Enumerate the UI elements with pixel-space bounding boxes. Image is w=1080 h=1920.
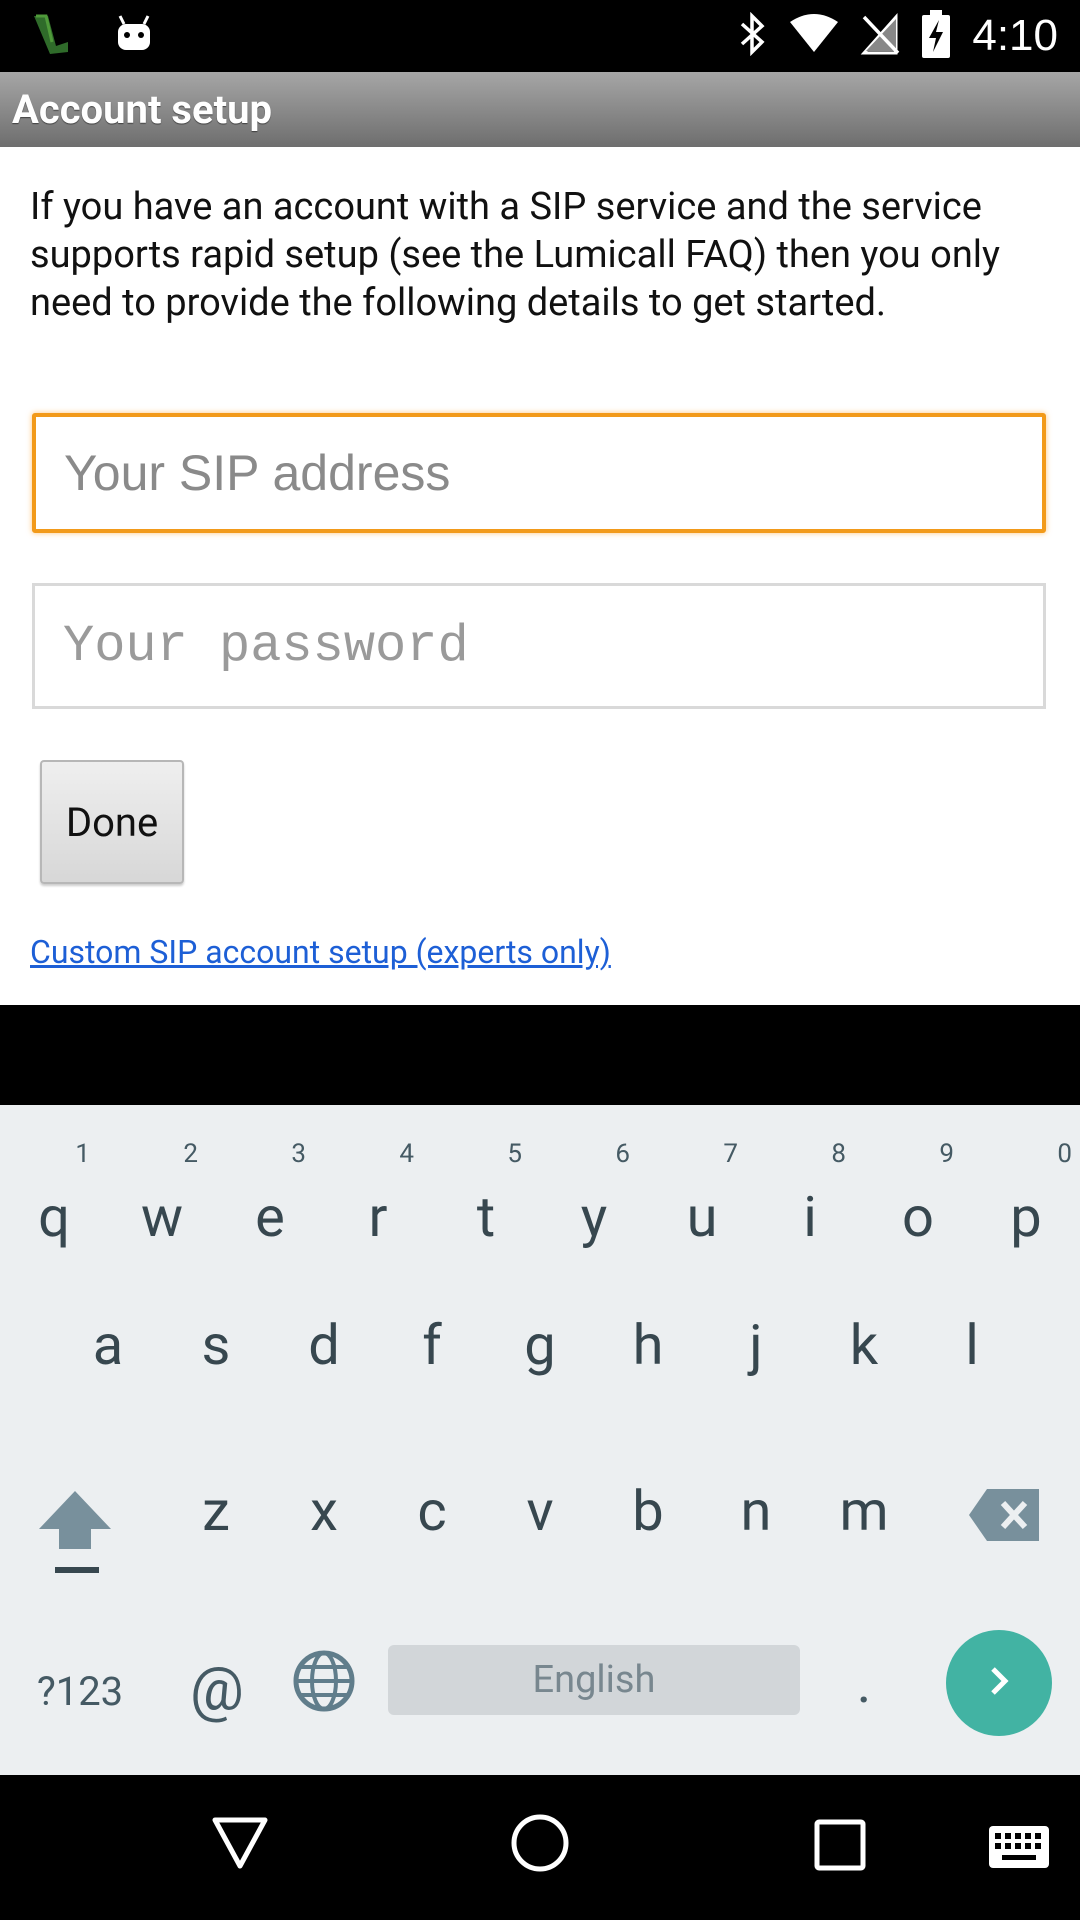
- soft-keyboard: 1q 2w 3e 4r 5t 6y 7u 8i 9o 0p a s d f g …: [0, 1105, 1080, 1775]
- key-r[interactable]: 4r: [338, 1139, 418, 1259]
- key-y[interactable]: 6y: [554, 1139, 634, 1259]
- chevron-right-icon: [979, 1661, 1019, 1705]
- done-button[interactable]: Done: [40, 760, 184, 884]
- recents-icon[interactable]: [814, 1819, 866, 1875]
- key-o[interactable]: 9o: [878, 1139, 958, 1259]
- key-u[interactable]: 7u: [662, 1139, 742, 1259]
- keyboard-icon[interactable]: [988, 1825, 1050, 1873]
- key-v[interactable]: v: [500, 1483, 580, 1563]
- wifi-icon: [790, 14, 839, 58]
- intro-text: If you have an account with a SIP servic…: [30, 185, 1001, 325]
- key-q[interactable]: 1q: [14, 1139, 94, 1259]
- key-i[interactable]: 8i: [770, 1139, 850, 1259]
- globe-icon: [292, 1650, 356, 1717]
- backspace-icon: [967, 1489, 1043, 1549]
- key-l[interactable]: l: [932, 1317, 1012, 1397]
- language-key[interactable]: [286, 1649, 362, 1729]
- page-title: Account setup: [12, 86, 273, 133]
- shift-icon: [35, 1491, 115, 1585]
- key-k[interactable]: k: [824, 1317, 904, 1397]
- backspace-key[interactable]: [960, 1485, 1050, 1565]
- key-d[interactable]: d: [284, 1317, 364, 1397]
- action-bar: Account setup: [0, 72, 1080, 147]
- sip-address-input[interactable]: [36, 417, 1042, 529]
- battery-charging-icon: [922, 10, 951, 62]
- key-a[interactable]: a: [68, 1317, 148, 1397]
- key-w[interactable]: 2w: [122, 1139, 202, 1259]
- enter-key[interactable]: [946, 1630, 1052, 1736]
- spacer: [0, 1005, 1080, 1105]
- back-icon[interactable]: [210, 1815, 270, 1875]
- space-key[interactable]: English: [388, 1645, 800, 1715]
- account-setup-form: If you have an account with a SIP servic…: [0, 147, 1080, 1005]
- key-t[interactable]: 5t: [446, 1139, 526, 1259]
- symbols-key[interactable]: ?123: [20, 1657, 140, 1727]
- key-b[interactable]: b: [608, 1483, 688, 1563]
- key-e[interactable]: 3e: [230, 1139, 310, 1259]
- shift-key[interactable]: [30, 1485, 120, 1595]
- password-input[interactable]: [35, 586, 1043, 706]
- key-g[interactable]: g: [500, 1317, 580, 1397]
- custom-sip-setup-link[interactable]: Custom SIP account setup (experts only): [30, 933, 611, 971]
- period-key[interactable]: .: [834, 1650, 894, 1730]
- sip-address-field[interactable]: [32, 413, 1046, 533]
- key-x[interactable]: x: [284, 1483, 364, 1563]
- status-bar: 4:10: [0, 0, 1080, 72]
- lumicall-notification-icon: [28, 12, 72, 60]
- key-s[interactable]: s: [176, 1317, 256, 1397]
- no-sim-icon: [860, 13, 900, 59]
- key-c[interactable]: c: [392, 1483, 472, 1563]
- home-icon[interactable]: [510, 1813, 570, 1877]
- status-time: 4:10: [972, 11, 1058, 60]
- key-f[interactable]: f: [392, 1317, 472, 1397]
- key-h[interactable]: h: [608, 1317, 688, 1397]
- key-p[interactable]: 0p: [986, 1139, 1072, 1259]
- android-icon: [114, 14, 154, 58]
- password-field[interactable]: [32, 583, 1046, 709]
- key-m[interactable]: m: [824, 1483, 904, 1563]
- key-z[interactable]: z: [176, 1483, 256, 1563]
- navigation-bar: [0, 1775, 1080, 1920]
- key-j[interactable]: j: [716, 1317, 796, 1397]
- bluetooth-icon: [738, 11, 768, 60]
- at-key[interactable]: @: [172, 1653, 262, 1733]
- key-n[interactable]: n: [716, 1483, 796, 1563]
